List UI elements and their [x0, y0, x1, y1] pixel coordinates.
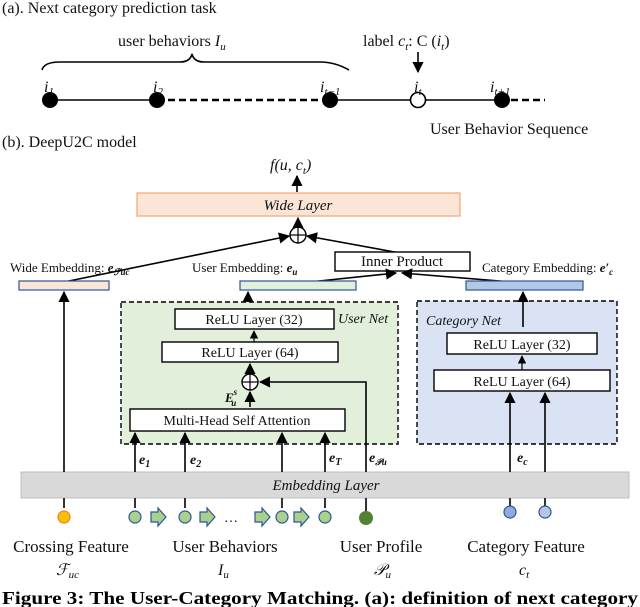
- next-arrow-icon: [199, 506, 216, 528]
- user-profile-label: User Profile: [340, 537, 423, 556]
- panel-a-title: (a). Next category prediction task: [2, 0, 217, 17]
- svg-text:Embedding Layer: Embedding Layer: [271, 478, 379, 494]
- user-behaviors-brace: [41, 53, 350, 71]
- svg-text:i1: i1: [44, 79, 54, 98]
- svg-text:ReLU Layer (64): ReLU Layer (64): [201, 346, 299, 361]
- inner-product-to-sum-arrow: [305, 232, 401, 254]
- es-label: Es u: [224, 387, 238, 408]
- user-relu-32: ReLU Layer (32): [174, 308, 335, 330]
- next-arrow-icon: [254, 506, 271, 528]
- ellipsis: …: [224, 511, 238, 526]
- next-arrow-icon: [150, 506, 167, 528]
- svg-text:ReLU Layer (32): ReLU Layer (32): [473, 338, 571, 353]
- sum-node-top: [289, 226, 307, 244]
- svg-text:it−1: it−1: [320, 79, 340, 98]
- user-behaviors-symbol: Iu: [217, 562, 229, 581]
- category-relu-32: ReLU Layer (32): [446, 332, 598, 355]
- category-relu-64: ReLU Layer (64): [433, 369, 611, 392]
- wide-emb-to-sum-arrow: [63, 232, 291, 283]
- svg-text:Multi-Head Self Attention: Multi-Head Self Attention: [164, 414, 311, 429]
- wide-embedding-bar: [18, 280, 110, 291]
- svg-text:it: it: [414, 79, 422, 98]
- svg-text:ReLU Layer (64): ReLU Layer (64): [473, 375, 571, 390]
- sequence-label: User Behavior Sequence: [430, 121, 588, 138]
- user-behaviors-label: User Behaviors: [172, 537, 277, 556]
- svg-text:it+1: it+1: [490, 79, 510, 98]
- eT-label: eT: [329, 451, 342, 468]
- behavior-node: [128, 510, 142, 524]
- behavior-node: [318, 510, 332, 524]
- category-feature-label: Category Feature: [467, 537, 585, 556]
- eP-label: e𝒫u: [369, 451, 387, 467]
- brace-label: user behaviors Iu: [118, 33, 226, 53]
- category-feature-node-1: [503, 505, 517, 519]
- user-embedding-bar: [239, 280, 357, 291]
- user-profile-symbol: 𝒫u: [374, 562, 392, 581]
- user-embedding-label: User Embedding: eu: [192, 260, 297, 277]
- svg-text:Wide Layer: Wide Layer: [264, 198, 333, 214]
- wide-layer: Wide Layer: [136, 192, 461, 217]
- wide-embedding-label: Wide Embedding: eℱuc: [10, 260, 130, 277]
- user-profile-node: [359, 511, 373, 525]
- category-embedding-label: Category Embedding: e′c: [482, 260, 613, 277]
- category-feature-symbol: ct: [519, 562, 530, 581]
- crossing-feature-label: Crossing Feature: [13, 537, 129, 556]
- svg-text:Inner Product: Inner Product: [361, 254, 444, 270]
- panel-b-title: (b). DeepU2C model: [2, 134, 137, 151]
- user-net-label: User Net: [338, 312, 389, 327]
- target-label: label ct: C (it): [363, 33, 450, 53]
- next-arrow-icon: [293, 506, 310, 528]
- figure-caption: Figure 3: The User-Category Matching. (a…: [2, 588, 638, 607]
- input-connectors: [63, 498, 546, 512]
- crossing-feature-symbol: ℱuc: [56, 562, 79, 581]
- svg-text:ReLU Layer (32): ReLU Layer (32): [205, 313, 303, 328]
- e1-label: e1: [139, 453, 150, 470]
- output-label: f(u, ct): [270, 157, 311, 177]
- sequence-node-it+1: it+1: [490, 79, 510, 108]
- sum-node-user: [241, 373, 259, 391]
- behavior-node: [275, 510, 289, 524]
- sequence-node-it: it: [409, 79, 427, 109]
- sequence-node-i1: i1: [42, 79, 58, 108]
- embedding-layer: Embedding Layer: [20, 471, 630, 499]
- category-feature-node-2: [538, 505, 552, 519]
- inner-product-box: Inner Product: [334, 251, 471, 272]
- deepu2c-figure: (a). Next category prediction task user …: [2, 0, 638, 607]
- category-embedding-bar: [465, 280, 584, 291]
- ec-label: ec: [517, 451, 528, 468]
- crossing-feature-node: [57, 510, 71, 524]
- user-relu-64: ReLU Layer (64): [161, 341, 339, 363]
- user-behavior-nodes: …: [128, 506, 332, 528]
- e2-label: e2: [190, 453, 201, 470]
- sequence-node-it-1: it−1: [320, 79, 340, 108]
- behavior-node: [178, 510, 192, 524]
- multi-head-self-attention: Multi-Head Self Attention: [129, 408, 346, 432]
- category-net-label: Category Net: [426, 314, 502, 329]
- svg-text:i2: i2: [153, 79, 163, 98]
- sequence-node-i2: i2: [149, 79, 165, 108]
